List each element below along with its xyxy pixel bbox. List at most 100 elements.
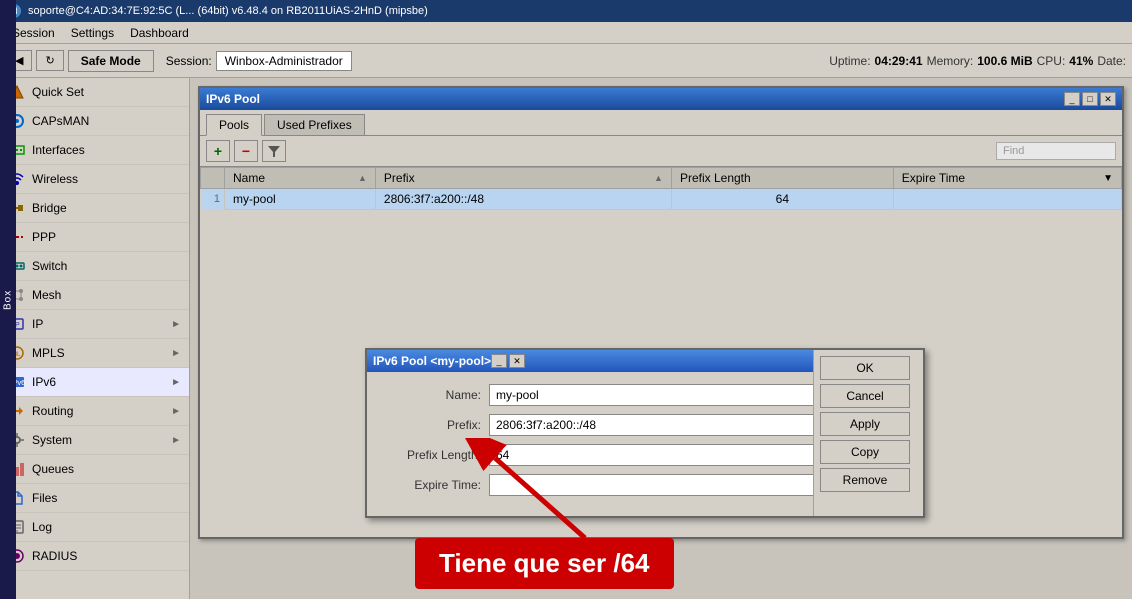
dialog-minimize-button[interactable]: _ <box>491 354 507 368</box>
cpu-label: CPU: <box>1037 54 1066 68</box>
pool-window-title: IPv6 Pool _ □ ✕ <box>200 88 1122 110</box>
ok-button[interactable]: OK <box>820 356 910 380</box>
dialog-outer: Name: Prefix: Prefix Length: Expire Time… <box>367 372 923 516</box>
cancel-button[interactable]: Cancel <box>820 384 910 408</box>
sidebar-item-interfaces[interactable]: Interfaces <box>0 136 189 165</box>
apply-button[interactable]: Apply <box>820 412 910 436</box>
sidebar-label-ipv6: IPv6 <box>32 375 165 389</box>
sidebar-item-queues[interactable]: Queues <box>0 455 189 484</box>
sidebar-item-ppp[interactable]: PPP <box>0 223 189 252</box>
sidebar-item-bridge[interactable]: Bridge <box>0 194 189 223</box>
dialog-window-controls: _ ✕ <box>491 354 525 368</box>
col-prefix: Prefix ▲ <box>375 168 671 189</box>
copy-button[interactable]: Copy <box>820 440 910 464</box>
session-label: Session: <box>166 54 212 68</box>
title-bar: M soporte@C4:AD:34:7E:92:5C (L... (64bit… <box>0 0 1132 22</box>
status-section: Uptime: 04:29:41 Memory: 100.6 MiB CPU: … <box>829 54 1126 68</box>
pool-table: Name ▲ Prefix ▲ Pre <box>200 167 1122 210</box>
safe-mode-button[interactable]: Safe Mode <box>68 50 154 72</box>
sidebar-item-quick-set[interactable]: Quick Set <box>0 78 189 107</box>
sidebar-item-ipv6[interactable]: IPv6 IPv6 ► <box>0 368 189 397</box>
date-label: Date: <box>1097 54 1126 68</box>
memory-value: 100.6 MiB <box>977 54 1032 68</box>
ipv6-arrow: ► <box>171 377 181 388</box>
cell-expire-time <box>893 189 1121 210</box>
col-expire-time: Expire Time ▼ <box>893 168 1121 189</box>
menu-settings[interactable]: Settings <box>63 24 122 42</box>
dialog-title-text: IPv6 Pool <my-pool> <box>373 354 491 368</box>
sidebar-label-mpls: MPLS <box>32 346 165 360</box>
refresh-button[interactable]: ↻ <box>36 50 63 71</box>
sidebar-label-mesh: Mesh <box>32 288 181 302</box>
cpu-value: 41% <box>1069 54 1093 68</box>
tab-used-prefixes[interactable]: Used Prefixes <box>264 114 365 135</box>
session-value: Winbox-Administrador <box>216 51 352 71</box>
close-button[interactable]: ✕ <box>1100 92 1116 106</box>
sidebar-label-ppp: PPP <box>32 230 181 244</box>
sidebar-item-switch[interactable]: Switch <box>0 252 189 281</box>
pool-window-title-text: IPv6 Pool <box>206 92 1064 106</box>
maximize-button[interactable]: □ <box>1082 92 1098 106</box>
minimize-button[interactable]: _ <box>1064 92 1080 106</box>
sidebar-label-system: System <box>32 433 165 447</box>
remove-button[interactable]: Remove <box>820 468 910 492</box>
col-prefix-length: Prefix Length <box>671 168 893 189</box>
sidebar-item-capsman[interactable]: CAPsMAN <box>0 107 189 136</box>
uptime-label: Uptime: <box>829 54 870 68</box>
cell-name: my-pool <box>225 189 376 210</box>
title-bar-text: soporte@C4:AD:34:7E:92:5C (L... (64bit) … <box>28 5 1126 17</box>
sidebar-item-log[interactable]: Log <box>0 513 189 542</box>
sidebar-label-ip: IP <box>32 317 165 331</box>
sidebar: Quick Set CAPsMAN Interfaces Wireless Br… <box>0 78 190 599</box>
sidebar-label-radius: RADIUS <box>32 549 181 563</box>
sidebar-label-queues: Queues <box>32 462 181 476</box>
sidebar-item-mpls[interactable]: ML MPLS ► <box>0 339 189 368</box>
cell-prefix: 2806:3f7:a200::/48 <box>375 189 671 210</box>
edit-dialog: IPv6 Pool <my-pool> _ ✕ Name: Prefix: <box>365 348 925 518</box>
sidebar-label-log: Log <box>32 520 181 534</box>
table-row[interactable]: 1 my-pool 2806:3f7:a200::/48 64 <box>201 189 1122 210</box>
vertical-label: Box <box>0 0 16 599</box>
content-area: IPv6 Pool _ □ ✕ Pools Used Prefixes + − <box>190 78 1132 599</box>
col-name: Name ▲ <box>225 168 376 189</box>
sidebar-item-ip[interactable]: IP IP ► <box>0 310 189 339</box>
routing-arrow: ► <box>171 406 181 417</box>
sidebar-item-wireless[interactable]: Wireless <box>0 165 189 194</box>
expire-time-label: Expire Time: <box>379 478 489 492</box>
add-button[interactable]: + <box>206 140 230 162</box>
uptime-value: 04:29:41 <box>875 54 923 68</box>
sidebar-item-system[interactable]: System ► <box>0 426 189 455</box>
prefix-label: Prefix: <box>379 418 489 432</box>
mpls-arrow: ► <box>171 348 181 359</box>
sidebar-label-capsman: CAPsMAN <box>32 114 181 128</box>
ip-arrow: ► <box>171 319 181 330</box>
dialog-close-button[interactable]: ✕ <box>509 354 525 368</box>
table-toolbar: + − Find <box>200 136 1122 167</box>
find-input[interactable]: Find <box>996 142 1116 160</box>
col-num <box>201 168 225 189</box>
system-arrow: ► <box>171 435 181 446</box>
menu-dashboard[interactable]: Dashboard <box>122 24 197 42</box>
sidebar-label-wireless: Wireless <box>32 172 181 186</box>
pool-tab-bar: Pools Used Prefixes <box>200 110 1122 136</box>
sidebar-item-mesh[interactable]: Mesh <box>0 281 189 310</box>
sidebar-label-bridge: Bridge <box>32 201 181 215</box>
toolbar: ◀ ↻ Safe Mode Session: Winbox-Administra… <box>0 44 1132 78</box>
sidebar-label-quick-set: Quick Set <box>32 85 181 99</box>
sidebar-item-files[interactable]: Files <box>0 484 189 513</box>
annotation-banner: Tiene que ser /64 <box>415 538 674 589</box>
filter-button[interactable] <box>262 140 286 162</box>
prefix-length-label: Prefix Length: <box>379 448 489 462</box>
dialog-buttons: OK Cancel Apply Copy Remove <box>813 350 923 516</box>
row-number: 1 <box>201 189 225 210</box>
sidebar-label-files: Files <box>32 491 181 505</box>
remove-button[interactable]: − <box>234 140 258 162</box>
memory-label: Memory: <box>927 54 974 68</box>
sidebar-item-radius[interactable]: RADIUS <box>0 542 189 571</box>
sidebar-item-routing[interactable]: Routing ► <box>0 397 189 426</box>
tab-pools[interactable]: Pools <box>206 114 262 136</box>
sidebar-label-switch: Switch <box>32 259 181 273</box>
name-label: Name: <box>379 388 489 402</box>
menu-bar: Session Settings Dashboard <box>0 22 1132 44</box>
cell-prefix-length: 64 <box>671 189 893 210</box>
